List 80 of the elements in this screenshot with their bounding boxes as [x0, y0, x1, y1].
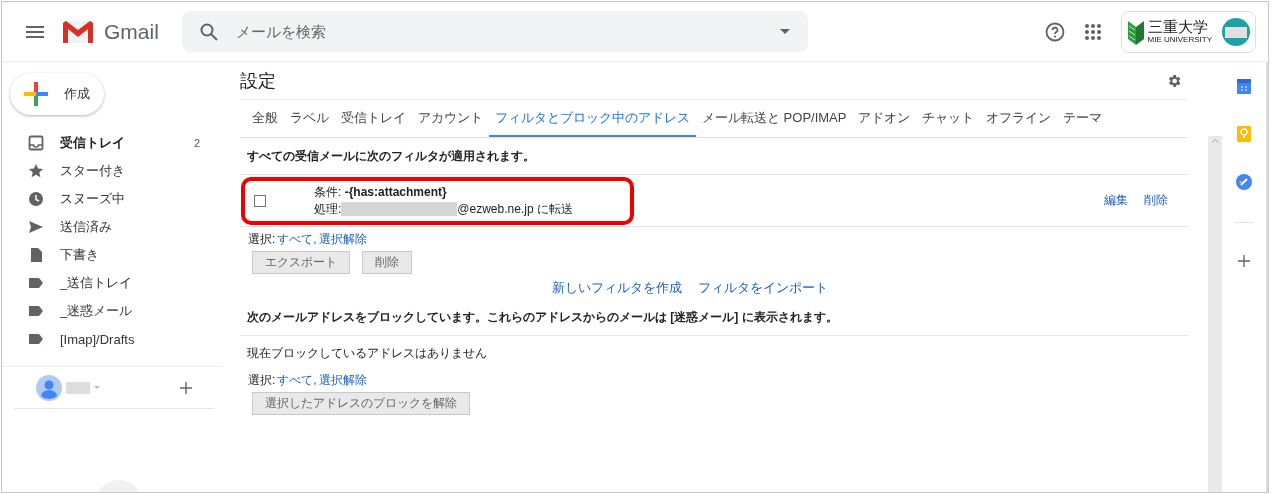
unread-count: 2 [193, 137, 200, 149]
avatar-icon[interactable] [1222, 17, 1250, 46]
select-all-link[interactable]: すべて, [277, 372, 317, 389]
settings-tab[interactable]: オフライン [980, 100, 1058, 137]
label-icon [28, 275, 44, 291]
filter-link[interactable]: 新しいフィルタを作成 [552, 279, 682, 297]
sidebar-item-label: 受信トレイ [60, 134, 126, 152]
mail-logo-icon[interactable] [62, 19, 94, 44]
sidebar-item-label: スター付き [60, 162, 126, 180]
sidebar-item-label: 送信済み [60, 218, 113, 236]
checkbox[interactable] [254, 194, 266, 207]
logo-subtitle: MIE UNIVERSITY [1147, 36, 1212, 44]
action-button[interactable]: 選択したアドレスのブロックを解除 [252, 392, 470, 415]
sidebar-item[interactable]: スター付き [2, 157, 222, 185]
add-icon[interactable] [1238, 255, 1250, 267]
sidebar-item-label: [Imap]/Drafts [60, 331, 136, 347]
sidebar-item[interactable]: 下書き [2, 241, 222, 269]
sidebar-item-label: 下書き [60, 246, 100, 264]
send-icon [28, 219, 44, 235]
label-icon [28, 303, 44, 319]
help-icon[interactable] [1044, 21, 1065, 42]
apps-icon[interactable] [1084, 23, 1101, 40]
settings-icon[interactable] [1166, 72, 1182, 89]
menu-icon[interactable] [26, 25, 44, 38]
user-avatar-icon[interactable] [36, 374, 62, 401]
sidebar-item-label: _迷惑メール [60, 302, 134, 320]
check-circle-icon[interactable] [1236, 174, 1252, 190]
app-name: Gmail [104, 19, 160, 44]
select-none-link[interactable]: 選択解除 [318, 231, 367, 248]
document-icon [28, 247, 44, 263]
search-field[interactable]: メールを検索 [182, 11, 808, 52]
sidebar-item[interactable]: 送信済み [2, 213, 222, 241]
dropdown-icon[interactable] [780, 29, 790, 34]
search-icon[interactable] [200, 22, 218, 41]
account-button[interactable]: 三重大学 MIE UNIVERSITY [1120, 10, 1256, 53]
sidebar-item[interactable]: [Imap]/Drafts [2, 325, 222, 353]
logo-title: 三重大学 [1147, 19, 1209, 34]
filter-condition: 条件: -{has:attachment} [314, 183, 448, 201]
settings-tab[interactable]: フィルタとブロック中のアドレス [489, 100, 696, 137]
sidebar-item-label: _送信トレイ [60, 274, 134, 292]
university-logo-icon [1127, 18, 1144, 45]
add-icon[interactable] [180, 381, 192, 394]
settings-tab[interactable]: テーマ [1057, 100, 1109, 137]
select-none-link[interactable]: 選択解除 [318, 372, 367, 389]
settings-tab[interactable]: チャット [916, 100, 981, 137]
sidebar-item[interactable]: 受信トレイ 2 [2, 129, 222, 157]
page-title: 設定 [240, 69, 276, 93]
filter-link[interactable]: フィルタをインポート [698, 279, 828, 297]
section-heading: 次のメールアドレスをブロックしています。これらのアドレスからのメールは [迷惑メール] に表示されます。 [240, 297, 1188, 336]
search-input[interactable]: メールを検索 [234, 22, 764, 41]
select-all-link[interactable]: すべて, [277, 231, 317, 248]
settings-tab[interactable]: 全般 [246, 100, 284, 137]
settings-tab[interactable]: メール転送と POP/IMAP [696, 100, 853, 137]
settings-tab[interactable]: ラベル [284, 100, 335, 137]
forward-address: @ezweb.ne.jp に転送 [457, 200, 573, 218]
empty-message: 現在ブロックしているアドレスはありません [246, 345, 488, 362]
delete-link[interactable]: 削除 [1144, 192, 1168, 209]
star-icon [28, 163, 44, 179]
scrollbar[interactable] [1208, 136, 1222, 492]
filter-action-label: 処理: [314, 200, 342, 218]
select-label: 選択: [248, 372, 276, 389]
label-icon [28, 331, 44, 347]
redaction-bar [66, 381, 90, 394]
sidebar-item[interactable]: スヌーズ中 [2, 185, 222, 213]
sidebar-item[interactable]: _送信トレイ [2, 269, 222, 297]
settings-tab[interactable]: 受信トレイ [335, 100, 412, 137]
inbox-icon [28, 135, 44, 151]
sidebar-item-label: スヌーズ中 [60, 190, 126, 208]
edit-link[interactable]: 編集 [1104, 192, 1128, 209]
settings-tab[interactable]: アカウント [412, 100, 489, 137]
compose-button[interactable]: 作成 [10, 73, 104, 115]
plus-icon [24, 82, 48, 106]
calendar-icon[interactable] [1237, 78, 1251, 94]
select-label: 選択: [248, 231, 276, 248]
action-button[interactable]: 削除 [362, 251, 412, 274]
sidebar-item[interactable]: _迷惑メール [2, 297, 222, 325]
action-button[interactable]: エクスポート [252, 251, 350, 274]
clock-icon [28, 191, 44, 207]
section-heading: すべての受信メールに次のフィルタが適用されます。 [246, 148, 536, 165]
settings-tab[interactable]: アドオン [852, 100, 917, 137]
